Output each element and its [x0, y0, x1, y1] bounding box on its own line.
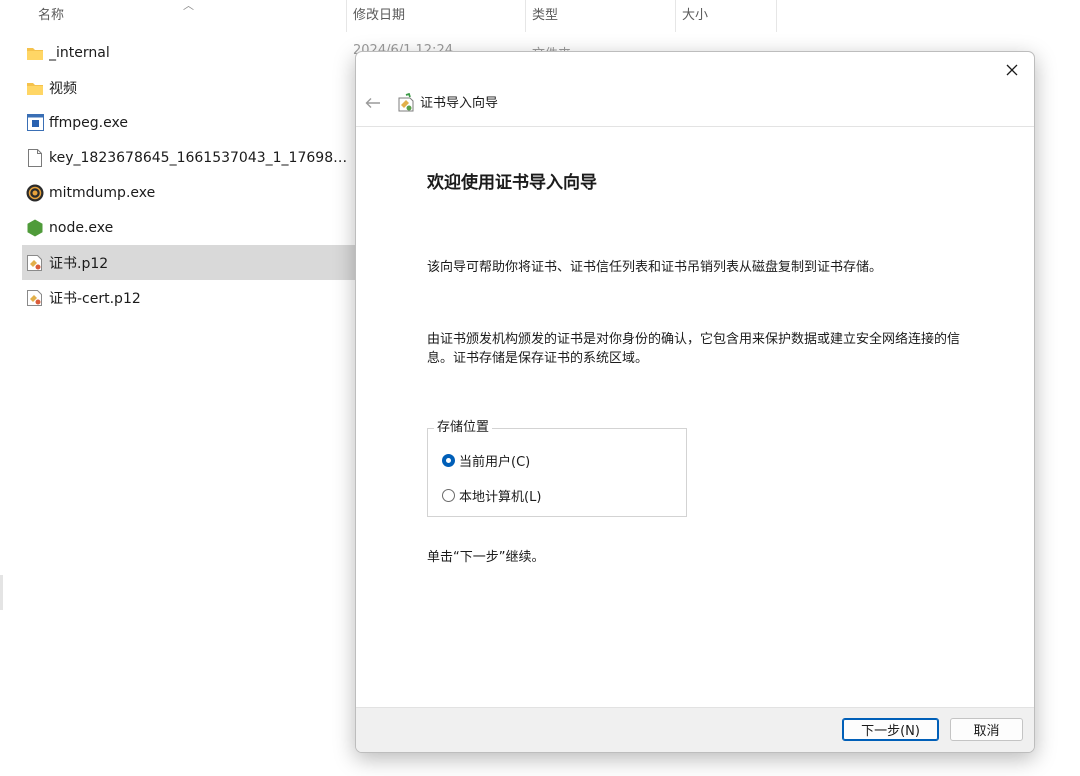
- radio-label: 当前用户(C): [459, 455, 531, 470]
- document-icon: [26, 148, 44, 167]
- node-hexagon-icon: [26, 219, 44, 237]
- dialog-title: 证书导入向导: [420, 96, 499, 111]
- file-row[interactable]: node.exe: [22, 210, 362, 245]
- certificate-explanation-line: 息。证书存储是保存证书的系统区域。: [427, 351, 649, 366]
- certificate-explanation-line: 由证书颁发机构颁发的证书是对你身份的确认，它包含用来保护数据或建立安全网络连接的…: [427, 332, 961, 347]
- radio-local-machine[interactable]: 本地计算机(L): [442, 486, 541, 505]
- column-headers: 名称 ︿ 修改日期 类型 大小: [0, 0, 1080, 32]
- cancel-button[interactable]: 取消: [950, 718, 1023, 741]
- file-row[interactable]: key_1823678645_1661537043_1_1769815...: [22, 140, 362, 175]
- certificate-import-wizard-dialog: 证书导入向导 欢迎使用证书导入向导 该向导可帮助你将证书、证书信任列表和证书吊销…: [355, 51, 1035, 753]
- file-name: 证书-cert.p12: [49, 290, 141, 307]
- wizard-description: 该向导可帮助你将证书、证书信任列表和证书吊销列表从磁盘复制到证书存储。: [427, 260, 883, 275]
- wizard-heading: 欢迎使用证书导入向导: [427, 173, 597, 193]
- file-row[interactable]: mitmdump.exe: [22, 175, 362, 210]
- column-header-type[interactable]: 类型: [526, 0, 676, 32]
- column-header-modified[interactable]: 修改日期: [347, 0, 526, 32]
- file-name: node.exe: [49, 219, 114, 236]
- file-row[interactable]: 视频: [22, 70, 362, 105]
- certificate-wizard-icon: [398, 93, 414, 112]
- certificate-file-icon: [26, 289, 44, 307]
- file-name: ffmpeg.exe: [49, 114, 128, 131]
- file-row[interactable]: ffmpeg.exe: [22, 105, 362, 140]
- certificate-explanation: 由证书颁发机构颁发的证书是对你身份的确认，它包含用来保护数据或建立安全网络连接的…: [427, 330, 982, 368]
- mitm-app-icon: [26, 184, 44, 202]
- close-button[interactable]: [998, 58, 1026, 82]
- sort-ascending-icon: ︿: [183, 0, 194, 12]
- file-list: _internal 视频 ffmpeg.exe key_1823678645_1…: [22, 35, 362, 315]
- folder-icon: [26, 79, 44, 97]
- radio-button-checked[interactable]: [442, 454, 455, 467]
- continue-hint: 单击“下一步”继续。: [427, 550, 545, 565]
- store-location-group: 存储位置 当前用户(C) 本地计算机(L): [427, 419, 687, 517]
- file-name: key_1823678645_1661537043_1_1769815...: [49, 149, 349, 166]
- file-name: 证书.p12: [49, 255, 109, 272]
- close-icon: [1006, 64, 1018, 76]
- file-row[interactable]: 证书-cert.p12: [22, 280, 362, 315]
- back-arrow-icon: [365, 98, 380, 108]
- store-location-legend: 存储位置: [434, 419, 493, 437]
- radio-label: 本地计算机(L): [459, 490, 542, 505]
- file-row[interactable]: _internal: [22, 35, 362, 70]
- exe-app-icon: [26, 114, 44, 132]
- wizard-footer: 下一步(N) 取消: [356, 707, 1034, 752]
- file-name: _internal: [49, 44, 110, 61]
- file-name: 视频: [49, 80, 77, 97]
- file-row-selected[interactable]: 证书.p12: [22, 245, 362, 280]
- wizard-header: 证书导入向导: [356, 82, 1034, 127]
- folder-icon: [26, 44, 44, 62]
- radio-button[interactable]: [442, 489, 455, 502]
- certificate-file-icon: [26, 254, 44, 272]
- radio-current-user[interactable]: 当前用户(C): [442, 451, 530, 470]
- file-name: mitmdump.exe: [49, 184, 156, 201]
- next-button[interactable]: 下一步(N): [842, 718, 939, 741]
- back-button[interactable]: [362, 92, 384, 114]
- column-header-size[interactable]: 大小: [676, 0, 777, 32]
- scrollbar-edge[interactable]: [0, 575, 3, 610]
